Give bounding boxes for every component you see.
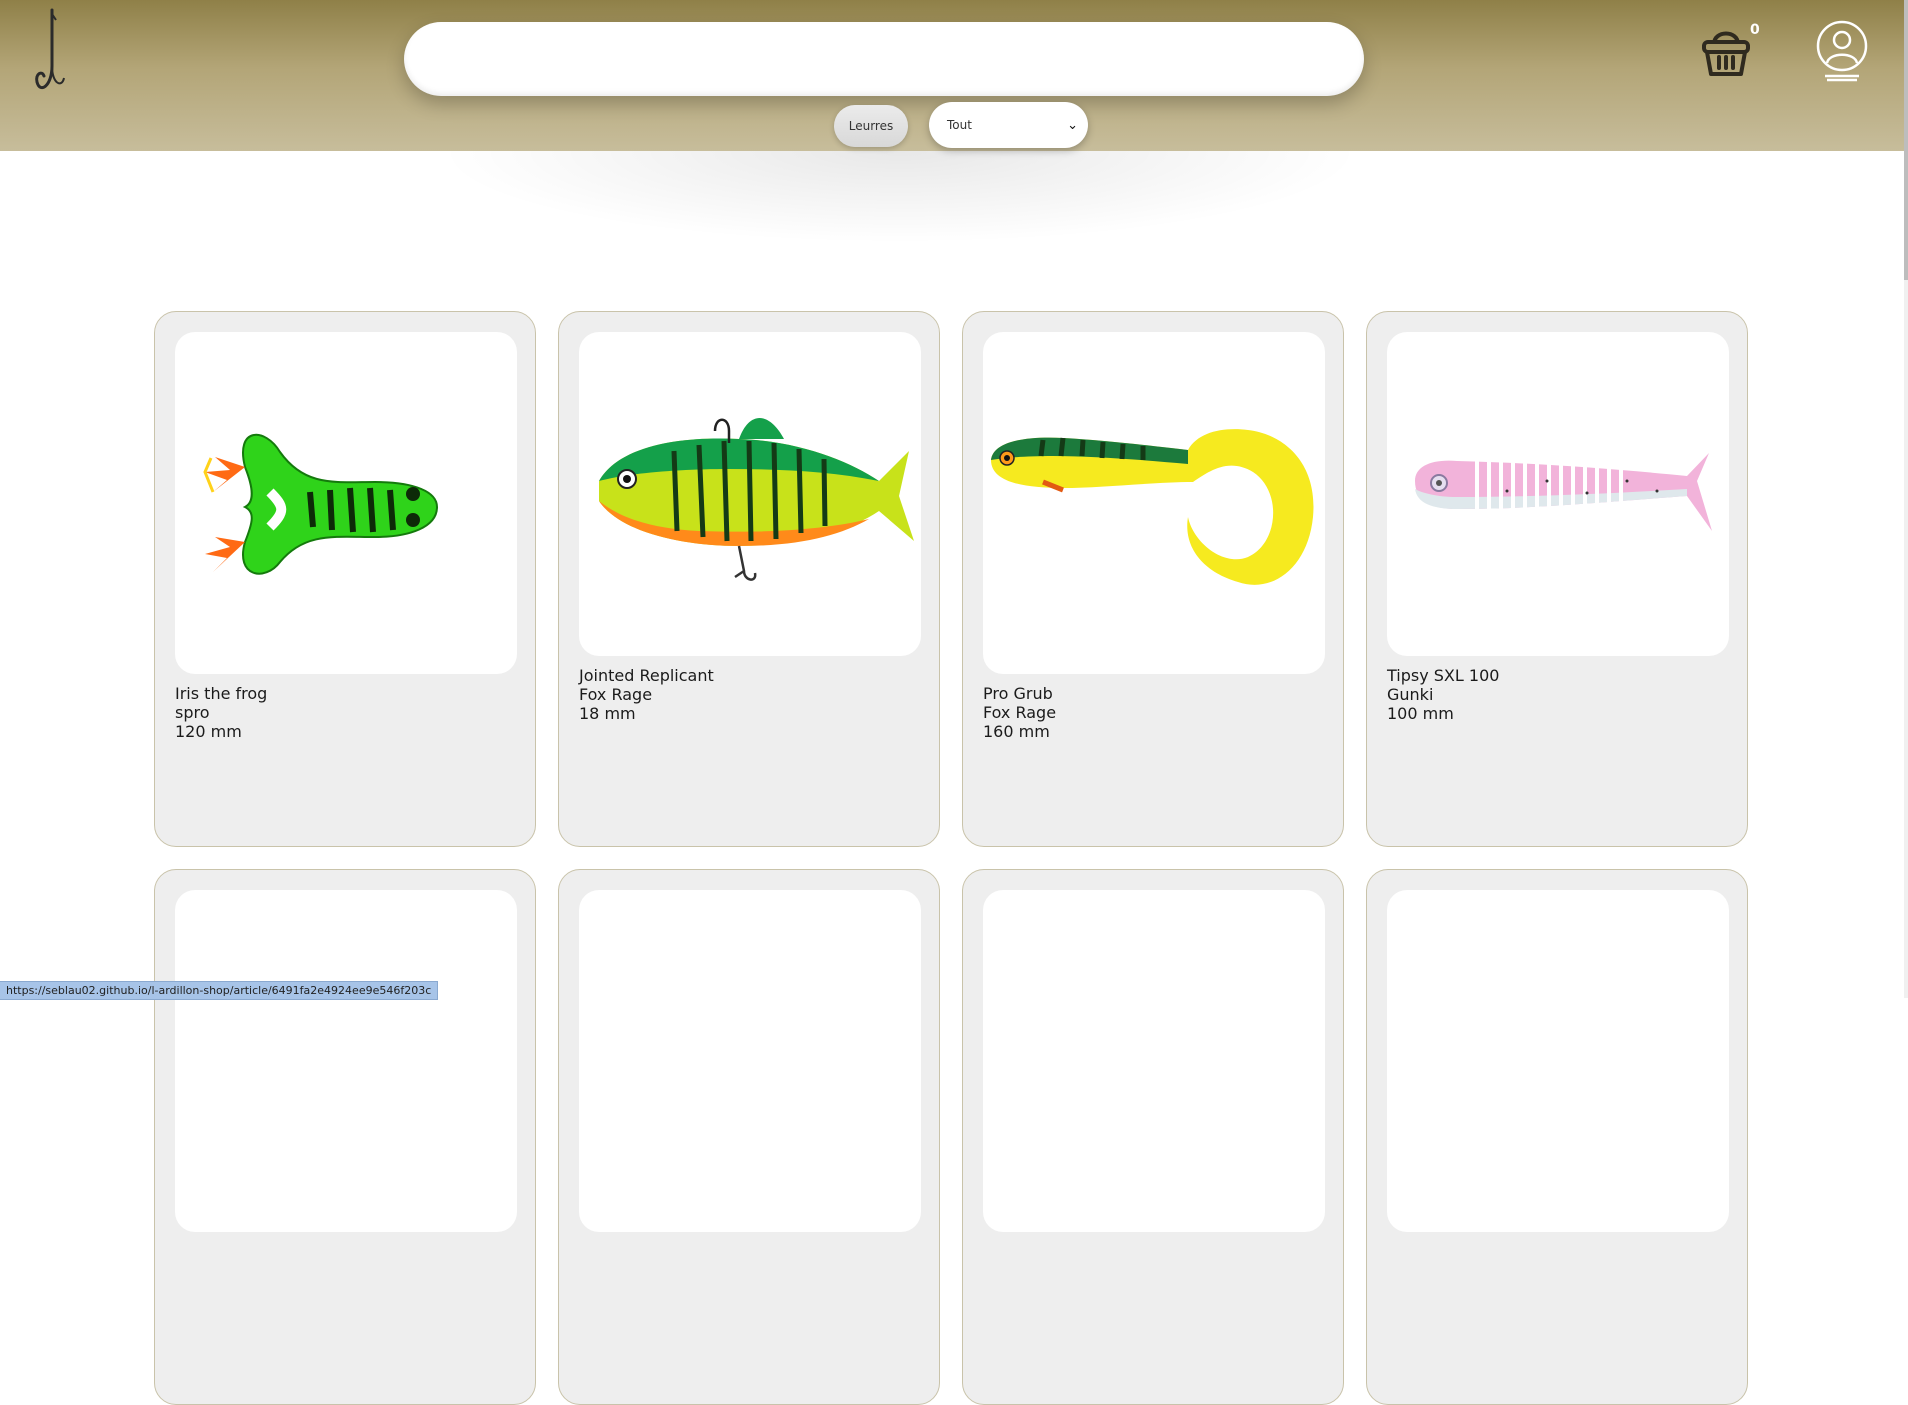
product-name: Pro Grub (983, 684, 1053, 703)
filter-selected-value: Tout (947, 118, 972, 132)
product-image[interactable] (175, 332, 517, 674)
product-brand: Gunki (1387, 685, 1434, 704)
product-image[interactable] (175, 890, 517, 1232)
status-bar-url: https://seblau02.github.io/l-ardillon-sh… (0, 981, 439, 1000)
product-card[interactable]: Jointed Replicant Fox Rage 18 mm (558, 311, 940, 847)
search-input[interactable] (404, 22, 1364, 96)
product-name: Iris the frog (175, 684, 268, 703)
product-image[interactable] (579, 890, 921, 1232)
page-scrollbar-thumb[interactable] (1904, 0, 1908, 280)
product-card[interactable] (1366, 869, 1748, 1405)
product-brand: Fox Rage (983, 703, 1057, 722)
category-filter-select[interactable]: Tout ⌄ (929, 102, 1088, 148)
product-size: 120 mm (175, 722, 242, 741)
product-size: 18 mm (579, 704, 636, 723)
product-brand: Fox Rage (579, 685, 653, 704)
hook-logo-icon[interactable] (32, 8, 72, 98)
basket-icon[interactable] (1700, 24, 1752, 78)
cart-count-badge: 0 (1750, 22, 1760, 38)
product-card[interactable] (154, 869, 536, 1405)
category-leurres-button[interactable]: Leurres (834, 105, 908, 147)
product-image[interactable] (1387, 332, 1729, 656)
product-size: 160 mm (983, 722, 1050, 741)
product-card[interactable] (558, 869, 940, 1405)
header-shadow (400, 151, 1400, 251)
site-header: Leurres Tout ⌄ 0 (0, 0, 1904, 151)
product-name: Tipsy SXL 100 (1387, 666, 1500, 685)
product-image[interactable] (579, 332, 921, 656)
product-image[interactable] (1387, 890, 1729, 1232)
product-size: 100 mm (1387, 704, 1454, 723)
product-brand: spro (175, 703, 210, 722)
product-card[interactable]: Iris the frog spro 120 mm (154, 311, 536, 847)
product-card[interactable] (962, 869, 1344, 1405)
product-image[interactable] (983, 332, 1325, 674)
product-card[interactable]: Pro Grub Fox Rage 160 mm (962, 311, 1344, 847)
chevron-down-icon: ⌄ (1067, 117, 1078, 133)
swimbait-lure-image (599, 418, 914, 581)
product-image[interactable] (983, 890, 1325, 1232)
product-name: Jointed Replicant (579, 666, 714, 685)
shad-lure-image (1415, 453, 1712, 531)
user-account-icon[interactable] (1815, 20, 1869, 82)
grub-lure-image (991, 429, 1314, 585)
product-card[interactable]: Tipsy SXL 100 Gunki 100 mm (1366, 311, 1748, 847)
frog-lure-image (203, 433, 439, 575)
